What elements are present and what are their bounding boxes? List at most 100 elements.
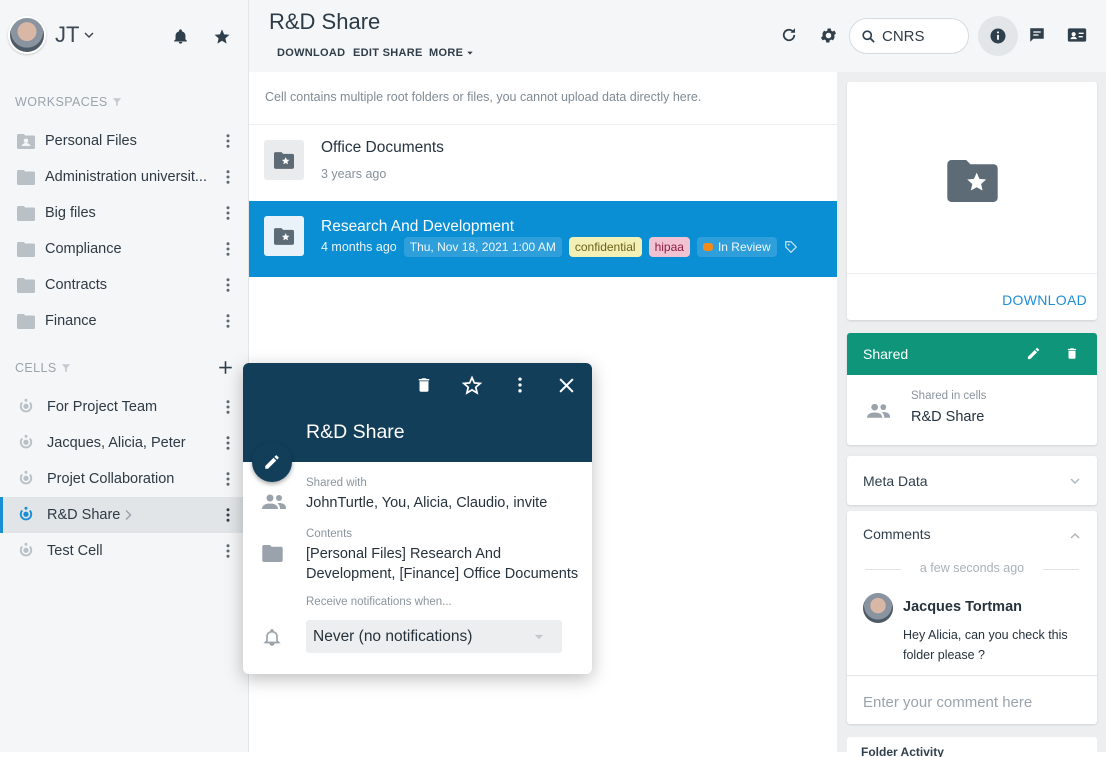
file-modified: 4 months ago — [321, 240, 397, 254]
sidebar-item-label: Test Cell — [47, 543, 103, 559]
cell-icon — [19, 506, 33, 521]
more-vert-icon[interactable] — [219, 168, 237, 186]
preview-card: DOWNLOAD — [847, 82, 1097, 320]
workspaces-section-label: WORKSPACES — [15, 95, 122, 109]
sidebar-item-finance[interactable]: Finance — [0, 303, 248, 339]
shared-folder-tile — [264, 140, 304, 180]
user-menu[interactable]: JT — [8, 16, 95, 54]
tag-icon[interactable] — [784, 240, 798, 254]
refresh-icon[interactable] — [780, 26, 798, 44]
sidebar-item-label: Big files — [45, 205, 96, 221]
cells-section-label: CELLS — [15, 361, 71, 375]
more-vert-icon[interactable] — [219, 398, 237, 416]
shared-card-header: Shared — [847, 333, 1097, 375]
contents-label: Contents — [306, 528, 353, 540]
folder-activity-card[interactable]: Folder Activity — [847, 737, 1097, 757]
chevron-right-icon[interactable] — [122, 509, 134, 521]
shared-in-cells-value[interactable]: R&D Share — [911, 409, 984, 425]
sidebar-item-label: Projet Collaboration — [47, 471, 175, 487]
star-icon[interactable] — [213, 28, 231, 45]
sidebar-item-jacques-alicia-peter[interactable]: Jacques, Alicia, Peter — [0, 425, 248, 461]
bell-outline-icon — [263, 629, 281, 646]
more-vert-icon[interactable] — [219, 132, 237, 150]
more-vert-icon[interactable] — [219, 204, 237, 222]
chat-icon[interactable] — [1028, 26, 1046, 44]
edit-share-action[interactable]: EDIT SHARE — [353, 47, 423, 59]
close-icon[interactable] — [558, 377, 575, 394]
meta-data-card[interactable]: Meta Data — [847, 456, 1097, 505]
notifications-select[interactable]: Never (no notifications) — [306, 620, 562, 653]
notifications-label: Receive notifications when... — [306, 596, 452, 608]
chevron-up-icon — [1070, 532, 1080, 539]
chevron-down-icon — [1070, 478, 1080, 485]
cell-icon — [19, 542, 33, 557]
status-dot — [702, 243, 713, 251]
comment-avatar — [863, 593, 893, 623]
more-vert-icon[interactable] — [219, 542, 237, 560]
comments-header[interactable]: Comments — [847, 511, 1097, 555]
trash-icon[interactable] — [1065, 346, 1079, 361]
sidebar-item-test-cell[interactable]: Test Cell — [0, 533, 248, 569]
folder-icon — [17, 313, 35, 329]
info-button[interactable] — [978, 16, 1018, 56]
tag-hipaa[interactable]: hipaa — [648, 237, 690, 257]
status-label: In Review — [717, 240, 771, 254]
contact-card-icon[interactable] — [1067, 26, 1087, 44]
more-vert-icon[interactable] — [219, 240, 237, 258]
more-vert-icon[interactable] — [510, 375, 530, 395]
file-row-office-documents[interactable]: Office Documents 3 years ago — [249, 125, 837, 201]
status-badge: In Review — [696, 237, 777, 257]
sidebar-item-label: Contracts — [45, 277, 108, 293]
more-vert-icon[interactable] — [219, 470, 237, 488]
cell-icon — [19, 434, 33, 449]
download-action[interactable]: DOWNLOAD — [277, 47, 345, 59]
bell-icon[interactable] — [172, 27, 189, 46]
sidebar-item-compliance[interactable]: Compliance — [0, 231, 248, 267]
file-row-research-and-development[interactable]: Research And Development 4 months ago Th… — [249, 201, 837, 277]
folder-icon — [17, 169, 35, 185]
sidebar-item-label: Administration universit... — [45, 169, 207, 185]
sidebar-item-for-project-team[interactable]: For Project Team — [0, 389, 248, 425]
tag-confidential[interactable]: confidential — [568, 237, 642, 257]
sidebar-item-big-files[interactable]: Big files — [0, 195, 248, 231]
comment-input[interactable]: Enter your comment here — [847, 675, 1097, 724]
sidebar-item-label: Finance — [45, 313, 97, 329]
filter-icon[interactable] — [61, 363, 71, 373]
sidebar-item-label: Compliance — [45, 241, 122, 257]
upload-notice: Cell contains multiple root folders or f… — [265, 90, 702, 104]
cell-popover: R&D Share Shared with JohnTurtle, You, A… — [243, 363, 592, 674]
gear-icon[interactable] — [819, 26, 838, 45]
more-vert-icon[interactable] — [219, 434, 237, 452]
download-button[interactable]: DOWNLOAD — [1002, 292, 1087, 308]
more-vert-icon[interactable] — [219, 312, 237, 330]
sidebar-item-administration[interactable]: Administration universit... — [0, 159, 248, 195]
sidebar-item-projet-collaboration[interactable]: Projet Collaboration — [0, 461, 248, 497]
shared-folder-icon — [947, 160, 998, 202]
folder-icon — [17, 241, 35, 257]
search-input[interactable] — [882, 27, 962, 45]
cell-icon — [19, 470, 33, 485]
sidebar-item-personal-files[interactable]: Personal Files — [0, 123, 248, 159]
filter-icon[interactable] — [112, 97, 122, 107]
contents-value: [Personal Files] Research And Developmen… — [306, 546, 579, 582]
trash-icon[interactable] — [415, 375, 433, 395]
personal-folder-icon — [17, 133, 35, 149]
file-name: Research And Development — [321, 218, 515, 235]
comment-author: Jacques Tortman — [903, 599, 1022, 615]
user-avatar — [8, 16, 46, 54]
comments-title: Comments — [863, 526, 931, 542]
sidebar-item-label: For Project Team — [47, 399, 158, 415]
add-cell-icon[interactable] — [218, 360, 233, 375]
more-vert-icon[interactable] — [219, 506, 237, 524]
edit-fab[interactable] — [252, 442, 292, 482]
more-vert-icon[interactable] — [219, 276, 237, 294]
more-action[interactable]: MORE — [429, 47, 474, 59]
cells-label: CELLS — [15, 361, 57, 375]
edit-icon[interactable] — [1026, 346, 1041, 361]
sidebar: JT WORKSPACES Personal Files Administrat… — [0, 0, 249, 752]
meta-data-title: Meta Data — [863, 472, 928, 489]
sidebar-item-contracts[interactable]: Contracts — [0, 267, 248, 303]
star-outline-icon[interactable] — [461, 375, 483, 396]
sidebar-item-rd-share[interactable]: R&D Share — [0, 497, 248, 533]
search-box[interactable] — [849, 18, 969, 54]
